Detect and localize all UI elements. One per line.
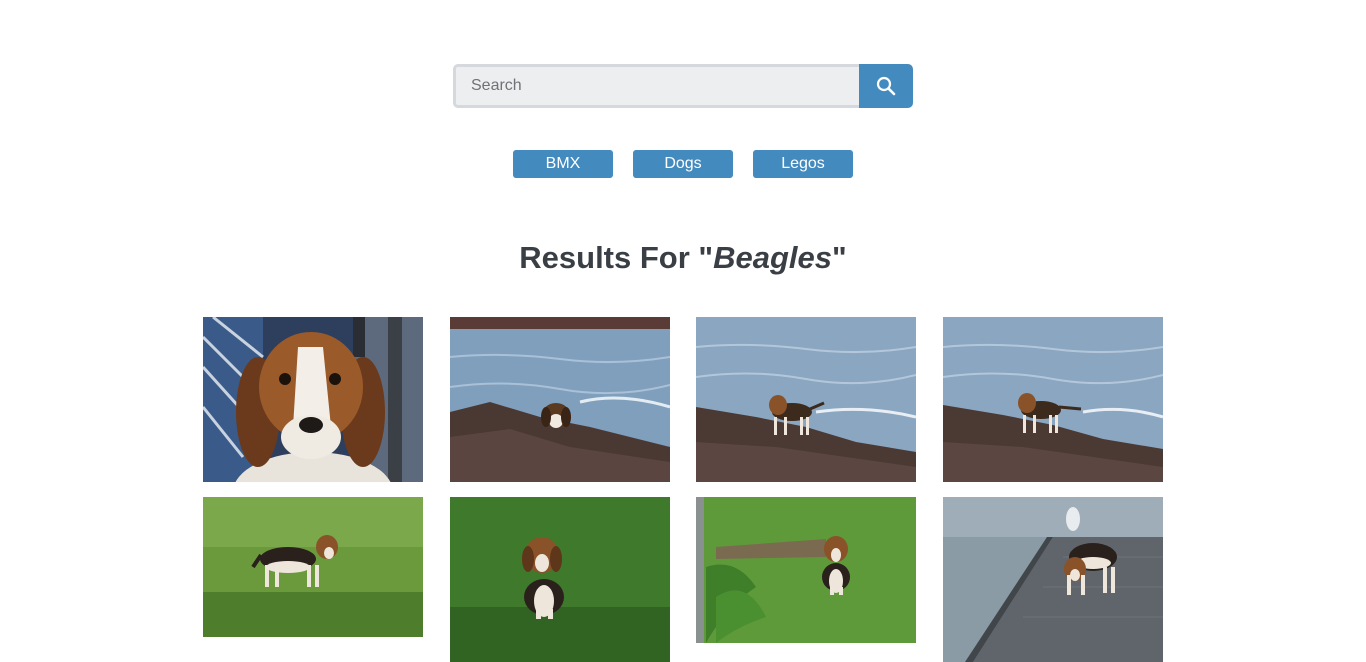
photo-4[interactable] — [943, 317, 1163, 482]
beagle-sea-photo-2 — [696, 317, 916, 482]
nav-button-dogs[interactable]: Dogs — [633, 150, 733, 178]
beagle-grass-photo-3 — [696, 497, 916, 643]
results-heading-suffix: " — [832, 240, 847, 275]
topic-nav: BMX Dogs Legos — [513, 150, 853, 178]
photo-1[interactable] — [203, 317, 423, 482]
beagle-grass-photo-2 — [450, 497, 670, 662]
page: BMX Dogs Legos Results For "Beagles" — [0, 0, 1366, 662]
results-query: Beagles — [713, 240, 833, 275]
results-heading-prefix: Results For " — [519, 240, 714, 275]
search-form — [453, 64, 913, 108]
beagle-pier-photo — [943, 497, 1163, 662]
search-icon — [876, 76, 896, 96]
nav-button-bmx[interactable]: BMX — [513, 150, 613, 178]
beagle-sea-photo-1 — [450, 317, 670, 482]
photo-5[interactable] — [203, 497, 423, 637]
search-input[interactable] — [453, 64, 859, 108]
photo-7[interactable] — [696, 497, 916, 643]
search-button[interactable] — [859, 64, 913, 108]
beagle-portrait-photo — [203, 317, 423, 482]
results-heading: Results For "Beagles" — [0, 238, 1366, 278]
beagle-grass-photo-1 — [203, 497, 423, 637]
photo-2[interactable] — [450, 317, 670, 482]
photo-8[interactable] — [943, 497, 1163, 662]
photo-6[interactable] — [450, 497, 670, 662]
photo-3[interactable] — [696, 317, 916, 482]
beagle-sea-photo-3 — [943, 317, 1163, 482]
nav-button-legos[interactable]: Legos — [753, 150, 853, 178]
